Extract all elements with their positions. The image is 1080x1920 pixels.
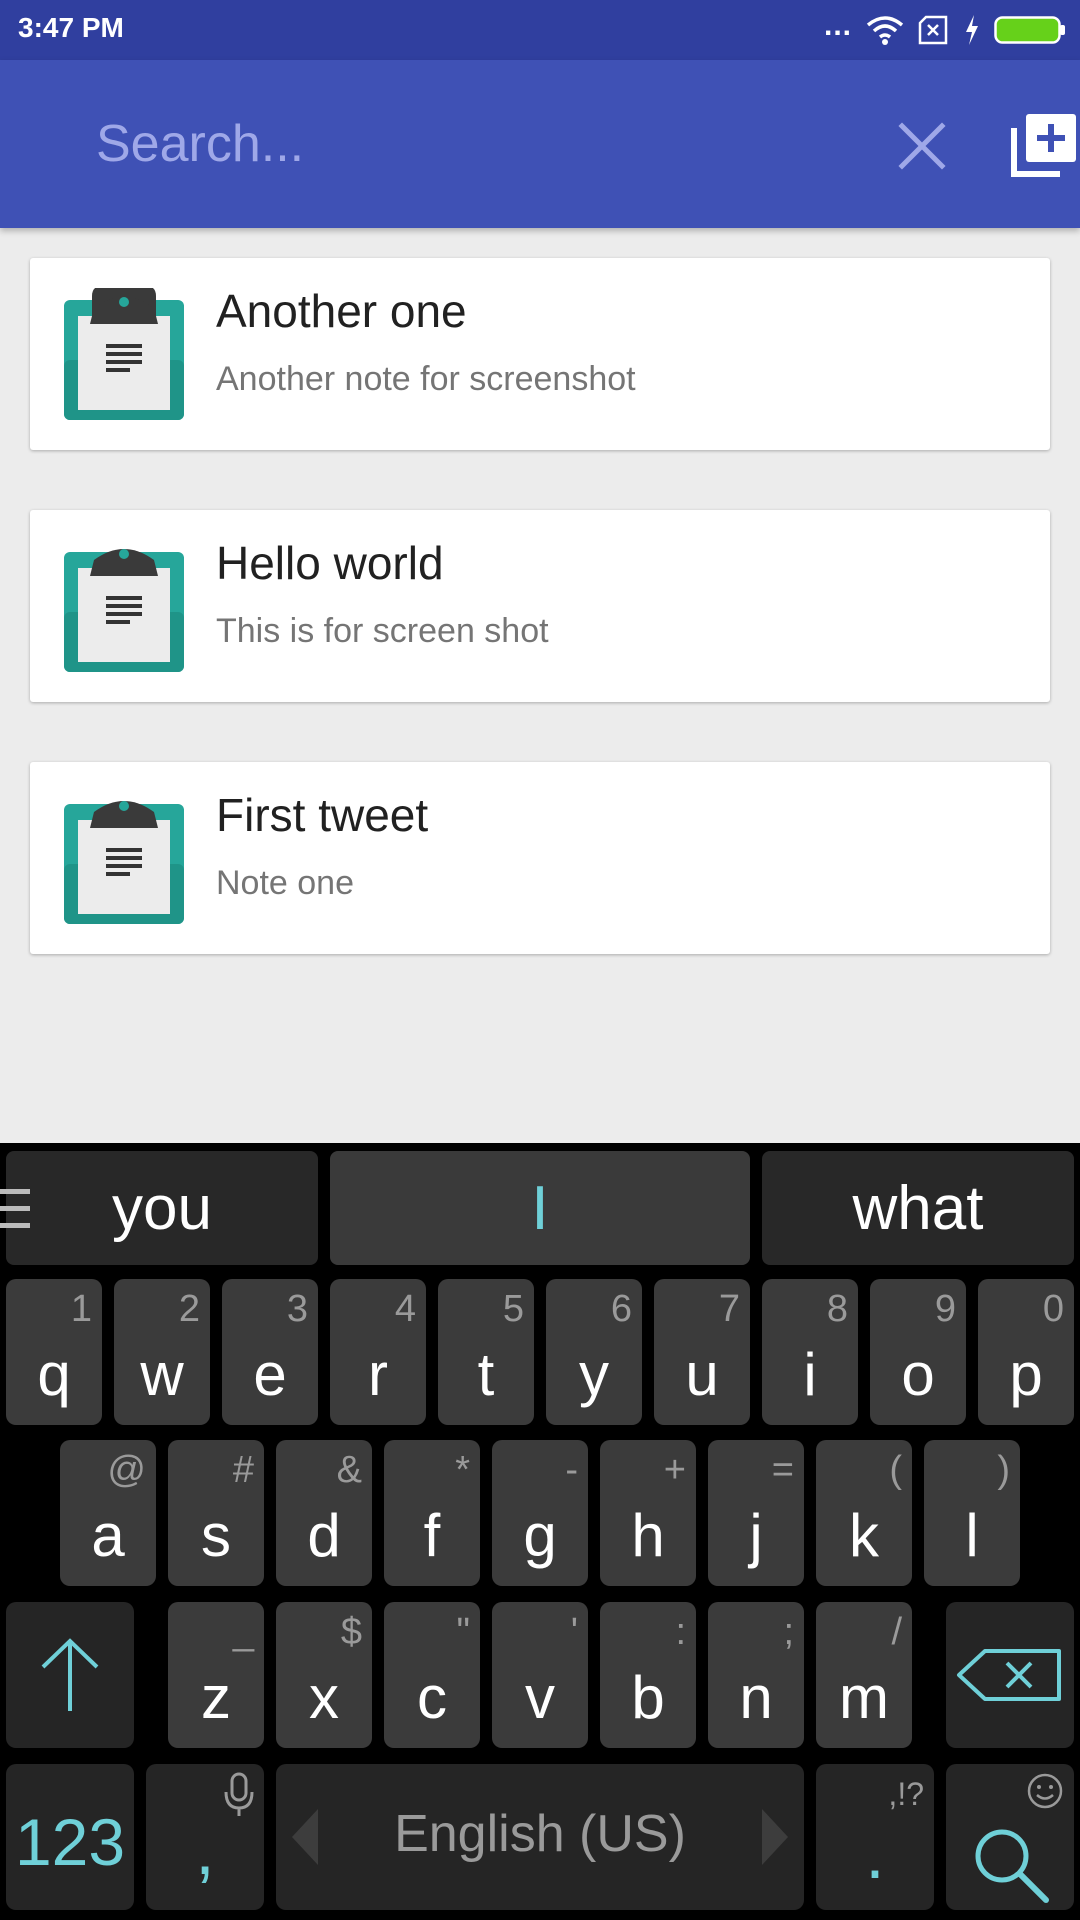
suggestion-center[interactable]: I xyxy=(330,1151,750,1265)
key-z[interactable]: _ z xyxy=(168,1602,264,1748)
search-icon xyxy=(975,1829,1049,1903)
note-card[interactable]: Another one Another note for screenshot xyxy=(30,258,1050,450)
key-w[interactable]: 2w xyxy=(114,1279,210,1425)
status-icons: ... xyxy=(823,9,1066,50)
battery-icon xyxy=(994,16,1065,44)
menu-icon[interactable] xyxy=(0,1185,30,1233)
key-u[interactable]: 7u xyxy=(654,1279,750,1425)
key-e[interactable]: 3e xyxy=(222,1279,318,1425)
shift-arrow-icon xyxy=(41,1638,99,1711)
key-i[interactable]: 8i xyxy=(762,1279,858,1425)
comma-key[interactable]: , xyxy=(146,1764,264,1910)
key-x[interactable]: $ x xyxy=(276,1602,372,1748)
key-q[interactable]: 1q xyxy=(6,1279,102,1425)
period-key[interactable]: ,!? . xyxy=(816,1764,934,1910)
clipboard-note-icon xyxy=(64,801,184,924)
search-input[interactable] xyxy=(96,104,836,184)
wifi-icon xyxy=(866,16,904,45)
clipboard-note-icon xyxy=(64,549,184,672)
status-bar: 3:47 PM ... xyxy=(0,0,1080,60)
clipboard-note-icon xyxy=(64,288,184,420)
space-key[interactable]: English (US) xyxy=(276,1764,804,1910)
key-m[interactable]: / m xyxy=(816,1602,912,1748)
key-d[interactable]: & d xyxy=(276,1440,372,1586)
key-b[interactable]: :b xyxy=(600,1602,696,1748)
note-list: Another one Another note for screenshot … xyxy=(30,258,1050,1014)
key-o[interactable]: 9o xyxy=(870,1279,966,1425)
mic-icon xyxy=(224,1772,254,1816)
suggestion-left[interactable]: you xyxy=(6,1151,318,1265)
suggestion-text: what xyxy=(852,1173,984,1243)
cursor-right-icon xyxy=(762,1809,788,1865)
add-note-button[interactable] xyxy=(1008,110,1080,182)
no-sim-icon xyxy=(918,15,948,45)
charging-bolt-icon xyxy=(966,15,978,45)
more-dots-icon: ... xyxy=(823,9,852,42)
backspace-icon xyxy=(957,1649,1061,1701)
emoji-icon xyxy=(1027,1773,1063,1809)
note-subtitle: Another note for screenshot xyxy=(216,360,636,398)
note-title: First tweet xyxy=(216,789,429,841)
backspace-key[interactable] xyxy=(946,1602,1074,1748)
key-r[interactable]: 4r xyxy=(330,1279,426,1425)
add-note-icon xyxy=(1011,114,1076,177)
key-a[interactable]: @ a xyxy=(60,1440,156,1586)
suggestion-right[interactable]: what xyxy=(762,1151,1074,1265)
key-h[interactable]: + h xyxy=(600,1440,696,1586)
note-subtitle: Note one xyxy=(216,864,354,902)
note-card[interactable]: Hello world This is for screen shot xyxy=(30,510,1050,702)
symbols-key[interactable]: 123 xyxy=(6,1764,134,1910)
key-t[interactable]: 5t xyxy=(438,1279,534,1425)
key-g[interactable]: -g xyxy=(492,1440,588,1586)
key-p[interactable]: 0p xyxy=(978,1279,1074,1425)
note-title: Hello world xyxy=(216,537,444,589)
close-icon xyxy=(898,122,946,170)
key-k[interactable]: (k xyxy=(816,1440,912,1586)
key-l[interactable]: ) l xyxy=(924,1440,1020,1586)
app-bar xyxy=(0,60,1080,228)
suggestion-text: I xyxy=(531,1173,549,1243)
note-title: Another one xyxy=(216,285,467,337)
key-v[interactable]: ' v xyxy=(492,1602,588,1748)
soft-keyboard: you I what 1q 2w 3e 4r 5t 6y 7u 8i 9o 0p… xyxy=(0,1143,1080,1920)
key-s[interactable]: # s xyxy=(168,1440,264,1586)
suggestion-text: you xyxy=(112,1173,212,1243)
note-subtitle: This is for screen shot xyxy=(216,612,549,650)
key-c[interactable]: " c xyxy=(384,1602,480,1748)
search-key[interactable] xyxy=(946,1764,1074,1910)
key-f[interactable]: * f xyxy=(384,1440,480,1586)
key-j[interactable]: = j xyxy=(708,1440,804,1586)
status-time: 3:47 PM xyxy=(18,12,124,43)
key-n[interactable]: ; n xyxy=(708,1602,804,1748)
clear-search-button[interactable] xyxy=(890,114,954,178)
note-card[interactable]: First tweet Note one xyxy=(30,762,1050,954)
shift-key[interactable] xyxy=(6,1602,134,1748)
key-y[interactable]: 6y xyxy=(546,1279,642,1425)
